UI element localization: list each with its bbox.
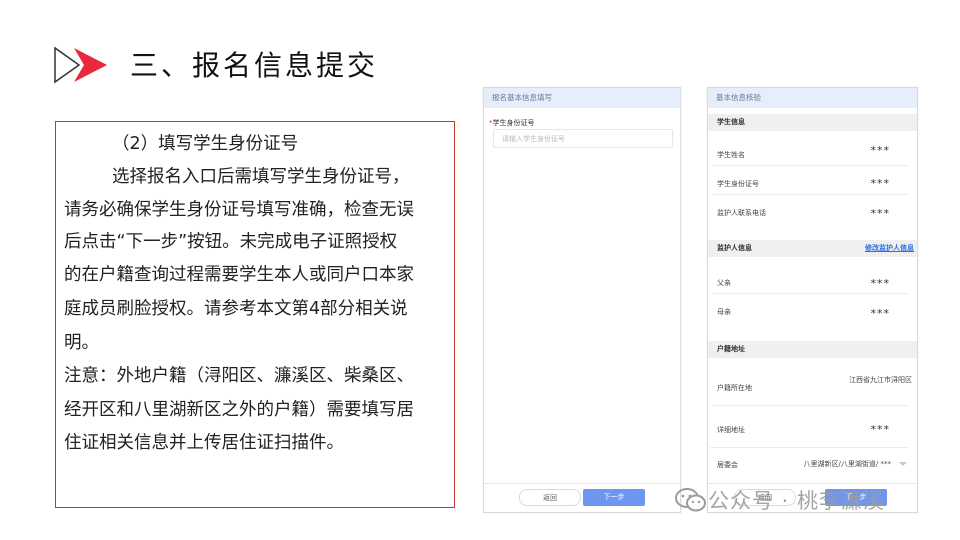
- row-divider: [710, 165, 908, 166]
- info-row: 学生身份证号 ***: [708, 169, 917, 195]
- paragraph-line: 庭成员刷脸授权。请参考本文第4部分相关说: [64, 299, 408, 319]
- paragraph-line: 请务必确保学生身份证号填写准确，检查无误: [64, 200, 414, 220]
- row-value: ***: [870, 307, 890, 320]
- row-value: ***: [870, 207, 890, 220]
- id-field-label: *学生身份证号: [489, 118, 535, 128]
- info-row: 户籍所在地 江西省九江市浔阳区: [708, 366, 917, 406]
- paragraph-line: 经开区和八里湖新区之外的户籍）需要填写居: [64, 400, 414, 420]
- row-label: 学生姓名: [717, 151, 745, 159]
- back-button[interactable]: 返回: [519, 489, 581, 506]
- paragraph-line: 住证相关信息并上传居住证扫描件。: [64, 433, 344, 453]
- chevron-down-icon[interactable]: [899, 462, 907, 466]
- guardian-section-title: 监护人信息: [717, 244, 752, 252]
- row-label: 户籍所在地: [717, 384, 752, 392]
- paragraph-line: 后点击“下一步”按钮。未完成电子证照授权: [64, 232, 398, 252]
- row-label: 学生身份证号: [717, 180, 759, 188]
- paragraph-line: 选择报名入口后需填写学生身份证号，: [112, 167, 410, 187]
- verify-panel-header: 基本信息核验: [708, 88, 917, 108]
- guardian-info-section: 监护人信息 修改监护人信息: [708, 240, 917, 257]
- paragraph-line: 明。: [64, 333, 99, 353]
- title-arrow-icon: [54, 46, 107, 84]
- row-value: ***: [870, 423, 890, 436]
- form-panel-footer: 返回 下一步: [484, 483, 680, 512]
- address-section: 户籍地址: [708, 341, 917, 358]
- form-screenshot-panel: 报名基本信息填写 *学生身份证号 请输入学生身份证号 返回 下一步: [483, 87, 681, 513]
- paragraph-line: （2）填写学生身份证号: [112, 134, 299, 154]
- row-value: ***: [870, 277, 890, 290]
- row-divider: [710, 293, 908, 294]
- edit-guardian-link[interactable]: 修改监护人信息: [865, 240, 914, 257]
- watermark-text: 公众号 · 桃李濂溪: [708, 489, 886, 513]
- row-divider: [710, 194, 908, 195]
- info-row: 详细地址 ***: [708, 412, 917, 448]
- row-value: ***: [870, 144, 890, 157]
- row-divider: [710, 405, 908, 406]
- instruction-text-box: （2）填写学生身份证号 选择报名入口后需填写学生身份证号， 请务必确保学生身份证…: [55, 121, 455, 508]
- row-label: 监护人联系电话: [717, 209, 766, 217]
- form-panel-header: 报名基本信息填写: [484, 88, 680, 108]
- info-row: 监护人联系电话 ***: [708, 198, 917, 224]
- committee-select-row[interactable]: 居委会 八里湖新区/八里湖街道/ ***: [708, 452, 917, 478]
- verify-screenshot-panel: 基本信息核验 学生信息 学生姓名 *** 学生身份证号 *** 监护人联系电话 …: [707, 87, 918, 513]
- info-row: 父亲 ***: [708, 268, 917, 294]
- row-label: 父亲: [717, 279, 731, 287]
- wechat-icon: [675, 488, 706, 512]
- next-button[interactable]: 下一步: [583, 489, 645, 506]
- page-title: 三、报名信息提交: [130, 49, 379, 82]
- info-row: 学生姓名 ***: [708, 140, 917, 166]
- paragraph-line: 注意：外地户籍（浔阳区、濂溪区、柴桑区、: [64, 366, 414, 386]
- row-value: 八里湖新区/八里湖街道/ ***: [803, 460, 891, 468]
- student-id-input[interactable]: 请输入学生身份证号: [493, 129, 673, 148]
- row-value: ***: [870, 177, 890, 190]
- watermark: 公众号 · 桃李濂溪: [674, 485, 885, 515]
- row-label: 详细地址: [717, 426, 745, 434]
- student-info-section: 学生信息: [708, 114, 917, 131]
- id-field-label-text: 学生身份证号: [492, 119, 535, 127]
- row-divider: [710, 447, 908, 448]
- info-row: 母亲 ***: [708, 297, 917, 323]
- row-label: 居委会: [717, 461, 738, 469]
- paragraph-line: 的在户籍查询过程需要学生本人或同户口本家: [64, 265, 414, 285]
- row-value: 江西省九江市浔阳区: [849, 376, 912, 384]
- row-label: 母亲: [717, 308, 731, 316]
